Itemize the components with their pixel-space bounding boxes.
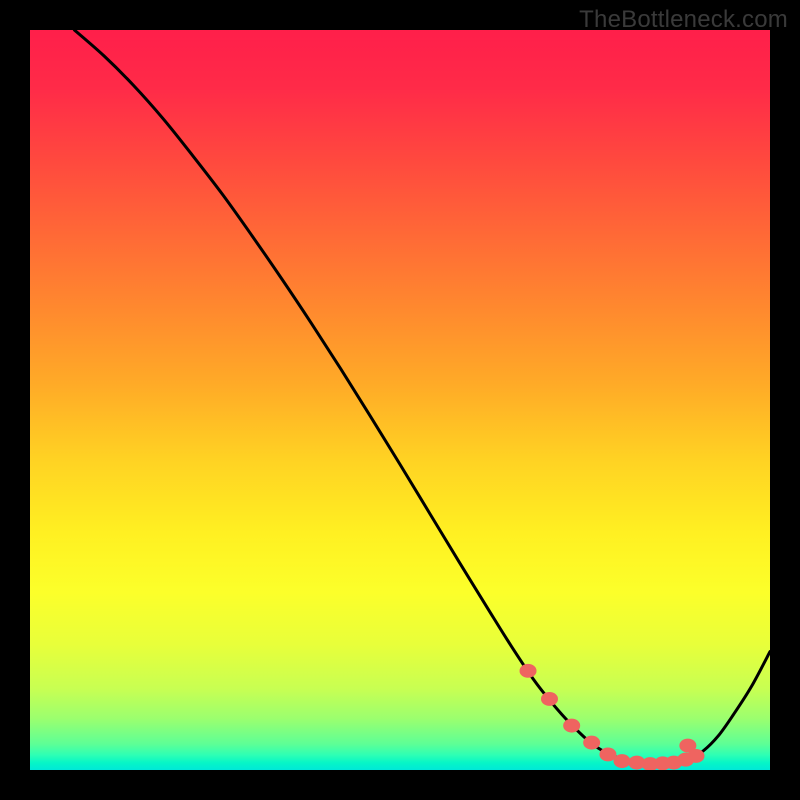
curve-line: [74, 30, 770, 764]
marker-dots: [520, 664, 705, 770]
marker-dot: [583, 736, 600, 750]
bottleneck-curve-path: [74, 30, 770, 764]
marker-dot: [520, 664, 537, 678]
chart-frame: TheBottleneck.com: [0, 0, 800, 800]
chart-svg: [30, 30, 770, 770]
marker-dot: [688, 749, 705, 763]
marker-dot: [614, 754, 631, 768]
marker-dot: [541, 692, 558, 706]
plot-area: [30, 30, 770, 770]
marker-dot: [563, 719, 580, 733]
